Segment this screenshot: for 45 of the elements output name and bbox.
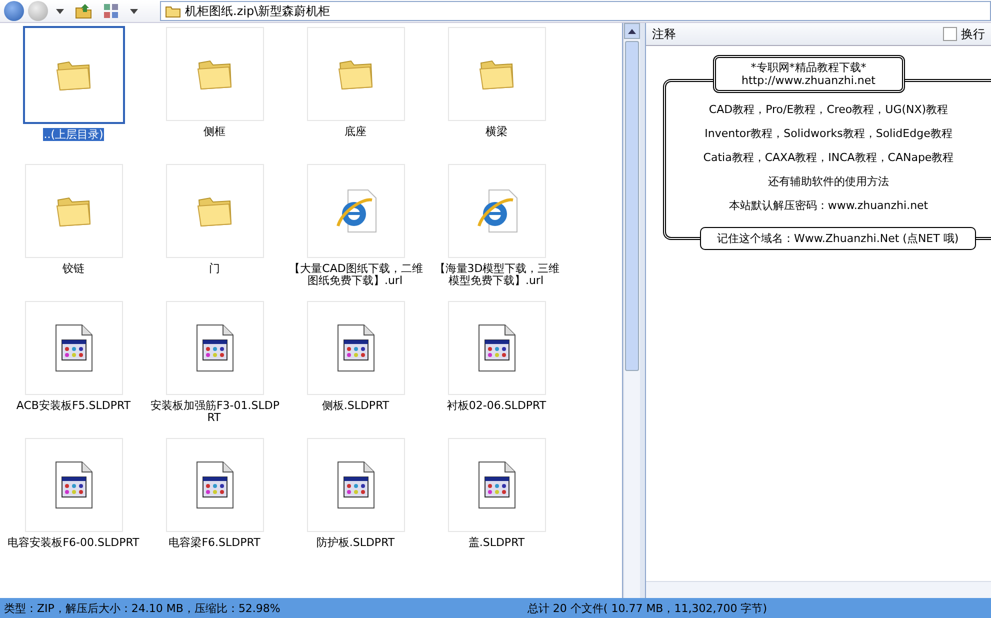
file-item[interactable]: 横梁 <box>426 27 567 164</box>
caret-icon <box>56 9 64 14</box>
document-icon <box>476 461 516 509</box>
note-text: 本站默认解压密码：www.zhuanzhi.net <box>728 199 928 213</box>
back-button[interactable] <box>4 1 24 21</box>
document-icon <box>476 324 516 372</box>
caret-icon <box>130 9 138 14</box>
web-link-icon <box>334 188 378 234</box>
file-item[interactable]: 铰链 <box>3 164 144 301</box>
note-text: 还有辅助软件的使用方法 <box>768 175 889 189</box>
document-icon <box>336 324 376 372</box>
folder-icon <box>165 4 181 18</box>
archive-info: 类型：ZIP，解压后大小：24.10 MB，压缩比：52.98% <box>4 601 280 616</box>
document-icon <box>336 461 376 509</box>
file-item[interactable]: ..(上层目录) <box>3 27 144 164</box>
address-field[interactable]: 机柜图纸.zip\新型森蔚机柜 <box>160 1 991 21</box>
document-icon <box>54 461 94 509</box>
note-text: Catia教程，CAXA教程，INCA教程，CANape教程 <box>703 151 954 165</box>
wrap-checkbox[interactable]: 换行 <box>943 26 985 42</box>
file-total: 总计 20 个文件( 10.77 MB，11,302,700 字节) <box>527 601 767 616</box>
file-item[interactable]: 安装板加强筋F3-01.SLDPRT <box>144 301 285 438</box>
file-item[interactable]: 电容安装板F6-00.SLDPRT <box>3 438 144 575</box>
scroll-up-icon[interactable] <box>628 28 636 34</box>
file-item[interactable]: 电容梁F6.SLDPRT <box>144 438 285 575</box>
note-text: Inventor教程，Solidworks教程，SolidEdge教程 <box>704 127 952 141</box>
file-item[interactable]: 门 <box>144 164 285 301</box>
note-text: CAD教程，Pro/E教程，Creo教程，UG(NX)教程 <box>708 103 948 117</box>
file-item[interactable]: 衬板02-06.SLDPRT <box>426 301 567 438</box>
file-item[interactable]: 【大量CAD图纸下载，二维图纸免费下载】.url <box>285 164 426 301</box>
domain-box: 记住这个域名：Www.Zhuanzhi.Net (点NET 哦) <box>700 227 976 250</box>
banner-box: *专职网*精品教程下载* http://www.zhuanzhi.net <box>712 55 904 93</box>
document-icon <box>194 461 234 509</box>
file-item[interactable]: 【海量3D模型下载，三维模型免费下载】.url <box>426 164 567 301</box>
horizontal-scrollbar[interactable] <box>646 581 991 598</box>
document-icon <box>54 324 94 372</box>
file-item[interactable]: ACB安装板F5.SLDPRT <box>3 301 144 438</box>
file-item[interactable]: 底座 <box>285 27 426 164</box>
file-item[interactable]: 侧框 <box>144 27 285 164</box>
file-item[interactable]: 侧板.SLDPRT <box>285 301 426 438</box>
file-item[interactable]: 防护板.SLDPRT <box>285 438 426 575</box>
web-link-icon <box>474 188 518 234</box>
vertical-scrollbar[interactable] <box>623 23 640 598</box>
file-item[interactable]: 盖.SLDPRT <box>426 438 567 575</box>
comment-title: 注释 <box>652 26 676 42</box>
document-icon <box>194 324 234 372</box>
